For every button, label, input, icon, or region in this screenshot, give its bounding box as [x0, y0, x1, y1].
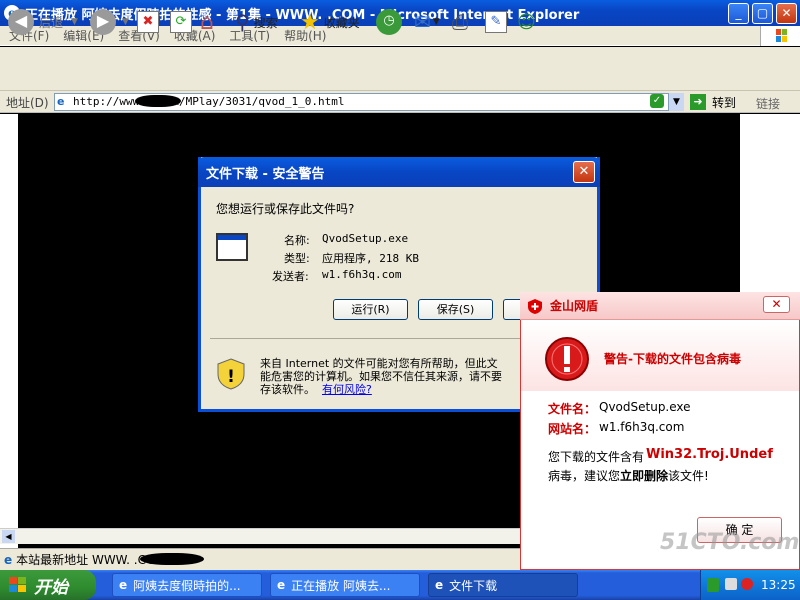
redaction-mark	[140, 553, 204, 565]
chevron-down-icon: ▼	[71, 17, 78, 27]
taskbar-item-ie-2[interactable]: e 正在播放 阿姨去...	[270, 573, 420, 597]
page-left-margin	[0, 114, 18, 552]
warning-text-line3: 存该软件。	[260, 383, 315, 396]
cancel-button[interactable]	[503, 299, 521, 320]
clock: 13:25	[761, 578, 796, 592]
tray-shield-icon[interactable]	[707, 578, 719, 592]
messenger-button[interactable]: ☺	[517, 6, 536, 38]
svg-text:!: !	[227, 367, 235, 387]
ie-icon: e	[277, 578, 286, 592]
kingsoft-title-bar: 金山网盾	[520, 292, 800, 320]
print-button[interactable]: ⎙	[452, 6, 468, 38]
search-button[interactable]: ⚲ 搜索	[235, 6, 278, 38]
refresh-button[interactable]: ⟳	[170, 6, 192, 38]
tray-network-icon[interactable]	[725, 578, 737, 590]
page-ie-icon: e	[57, 95, 65, 108]
program-file-icon	[216, 233, 248, 261]
scroll-left-icon[interactable]: ◀	[2, 530, 15, 543]
save-button[interactable]: 保存(S)	[418, 299, 493, 320]
go-arrow-icon: ➜	[690, 94, 706, 110]
forward-arrow-icon: ▶	[90, 9, 116, 35]
warning-shield-icon: !	[216, 358, 246, 393]
dialog-close-button[interactable]: ✕	[573, 161, 595, 183]
kingsoft-shield-icon	[527, 298, 543, 318]
taskbar-item-ie-1[interactable]: e 阿姨去度假時拍的...	[112, 573, 262, 597]
tray-antivirus-icon[interactable]	[741, 578, 753, 590]
source-site-name: w1.f6h3q.com	[599, 420, 685, 434]
history-button[interactable]: ◷	[376, 6, 402, 38]
security-shield-icon: ✓	[650, 94, 664, 108]
windows-flag-icon	[9, 577, 26, 592]
refresh-icon: ⟳	[170, 11, 192, 33]
standard-toolbar	[0, 47, 800, 91]
kingsoft-close-button[interactable]: ✕	[763, 296, 790, 313]
home-icon: ⌂	[200, 9, 214, 35]
messenger-icon: ☺	[517, 11, 536, 33]
links-label[interactable]: 链接	[756, 95, 780, 112]
edit-icon: ✎	[485, 11, 507, 33]
stop-button[interactable]: ✖	[137, 6, 159, 38]
virus-name: Win32.Troj.Undef	[646, 447, 773, 462]
home-button[interactable]: ⌂	[200, 6, 214, 38]
watermark: 51CTO.com	[660, 530, 800, 555]
go-button[interactable]: ➜ 转到	[690, 93, 736, 111]
stop-icon: ✖	[137, 11, 159, 33]
alert-icon	[544, 336, 590, 385]
ie-icon: e	[435, 578, 444, 592]
favorites-button[interactable]: ★ 收藏夹	[300, 6, 360, 38]
back-button[interactable]: ◀ 后退 ▼	[8, 6, 78, 38]
address-dropdown-icon[interactable]: ▼	[668, 93, 684, 111]
dialog-divider	[210, 338, 520, 339]
file-source-value: w1.f6h3q.com	[322, 268, 402, 281]
ie-icon: e	[119, 578, 128, 592]
run-button[interactable]: 运行(R)	[333, 299, 408, 320]
taskbar-item-download[interactable]: e 文件下载	[428, 573, 578, 597]
infected-file-name: QvodSetup.exe	[599, 400, 691, 414]
close-window-button[interactable]: ✕	[776, 3, 797, 24]
file-name-value: QvodSetup.exe	[322, 232, 409, 245]
file-type-value: 应用程序, 218 KB	[322, 252, 419, 265]
chevron-down-icon: ▼	[432, 17, 440, 27]
history-icon: ◷	[376, 9, 402, 35]
printer-icon: ⎙	[452, 10, 468, 34]
minimize-button[interactable]: _	[728, 3, 749, 24]
virus-headline: 警告-下载的文件包含病毒	[604, 352, 741, 366]
mail-icon: ✉	[414, 10, 431, 34]
star-icon: ★	[300, 9, 320, 35]
risk-link[interactable]: 有何风险?	[322, 381, 372, 397]
forward-button[interactable]: ▶ ▼	[90, 6, 129, 38]
edit-button[interactable]: ✎	[485, 6, 507, 38]
back-arrow-icon: ◀	[8, 9, 34, 35]
mail-button[interactable]: ✉ ▼	[414, 6, 440, 38]
start-button[interactable]: 开始	[0, 570, 96, 600]
dialog-title-bar: 文件下载 - 安全警告	[198, 157, 600, 187]
search-icon: ⚲	[235, 10, 250, 34]
chevron-down-icon: ▼	[122, 17, 129, 27]
dialog-question: 您想运行或保存此文件吗?	[216, 202, 355, 216]
page-ie-icon: e	[4, 552, 13, 567]
redaction-mark	[135, 95, 181, 107]
page-right-margin	[740, 114, 800, 294]
windows-flag-icon	[760, 26, 800, 46]
system-tray: 13:25	[700, 570, 800, 600]
maximize-button[interactable]: ▢	[752, 3, 773, 24]
